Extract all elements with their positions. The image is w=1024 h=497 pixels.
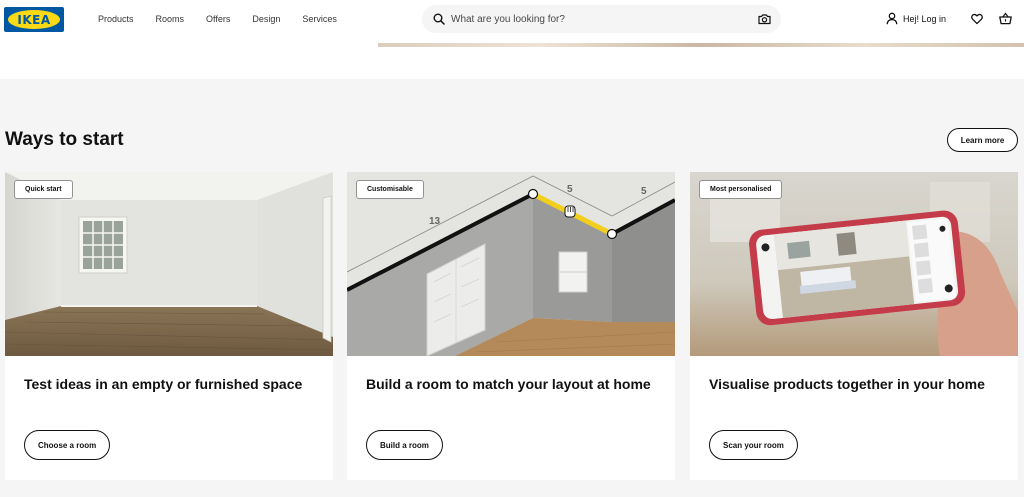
cart-icon[interactable] [999,12,1012,25]
nav-design[interactable]: Design [252,14,280,24]
search-bar [422,5,781,33]
choose-a-room-button[interactable]: Choose a room [24,430,111,460]
room-planner-image: 13 5 5 Customisable [347,172,675,356]
dimension-label: 13 [429,216,441,227]
empty-room-image: Quick start [5,172,333,356]
card-customisable[interactable]: 13 5 5 Customisable Build a room to matc… [347,172,675,480]
nav-rooms[interactable]: Rooms [156,14,185,24]
badge-most-personalised: Most personalised [699,180,783,199]
scan-your-room-button[interactable]: Scan your room [709,430,798,460]
nav-services[interactable]: Services [302,14,337,24]
card-quick-start[interactable]: Quick start Test ideas in an empty or fu… [5,172,333,480]
search-icon[interactable] [433,13,445,25]
dimension-label: 5 [641,186,647,197]
badge-quick-start: Quick start [14,180,73,199]
search-input[interactable] [451,11,751,27]
heart-icon[interactable] [971,13,983,25]
badge-customisable: Customisable [356,180,424,199]
build-a-room-button[interactable]: Build a room [366,430,443,460]
ikea-logo[interactable]: IKEA [4,7,64,32]
hero-image-edge [378,43,1024,47]
main-nav: Products Rooms Offers Design Services [98,14,359,24]
card-title: Test ideas in an empty or furnished spac… [24,376,303,392]
card-title: Build a room to match your layout at hom… [366,376,651,392]
login-label: Hej! Log in [903,13,947,24]
logo-text: IKEA [17,12,51,27]
section-title: Ways to start [5,129,124,150]
top-header: IKEA Products Rooms Offers Design Servic… [0,0,1024,40]
ways-to-start-section: Ways to start Learn more Quick start Tes… [0,79,1024,497]
dimension-label: 5 [567,184,573,195]
learn-more-button[interactable]: Learn more [947,128,1018,152]
card-title: Visualise products together in your home [709,376,985,392]
camera-icon[interactable] [758,13,771,25]
nav-offers[interactable]: Offers [206,14,230,24]
scan-room-phone-image: Most personalised [690,172,1018,356]
login-link[interactable]: Hej! Log in [886,12,946,25]
user-icon [886,12,898,25]
nav-products[interactable]: Products [98,14,134,24]
card-most-personalised[interactable]: Most personalised Visualise products tog… [690,172,1018,480]
